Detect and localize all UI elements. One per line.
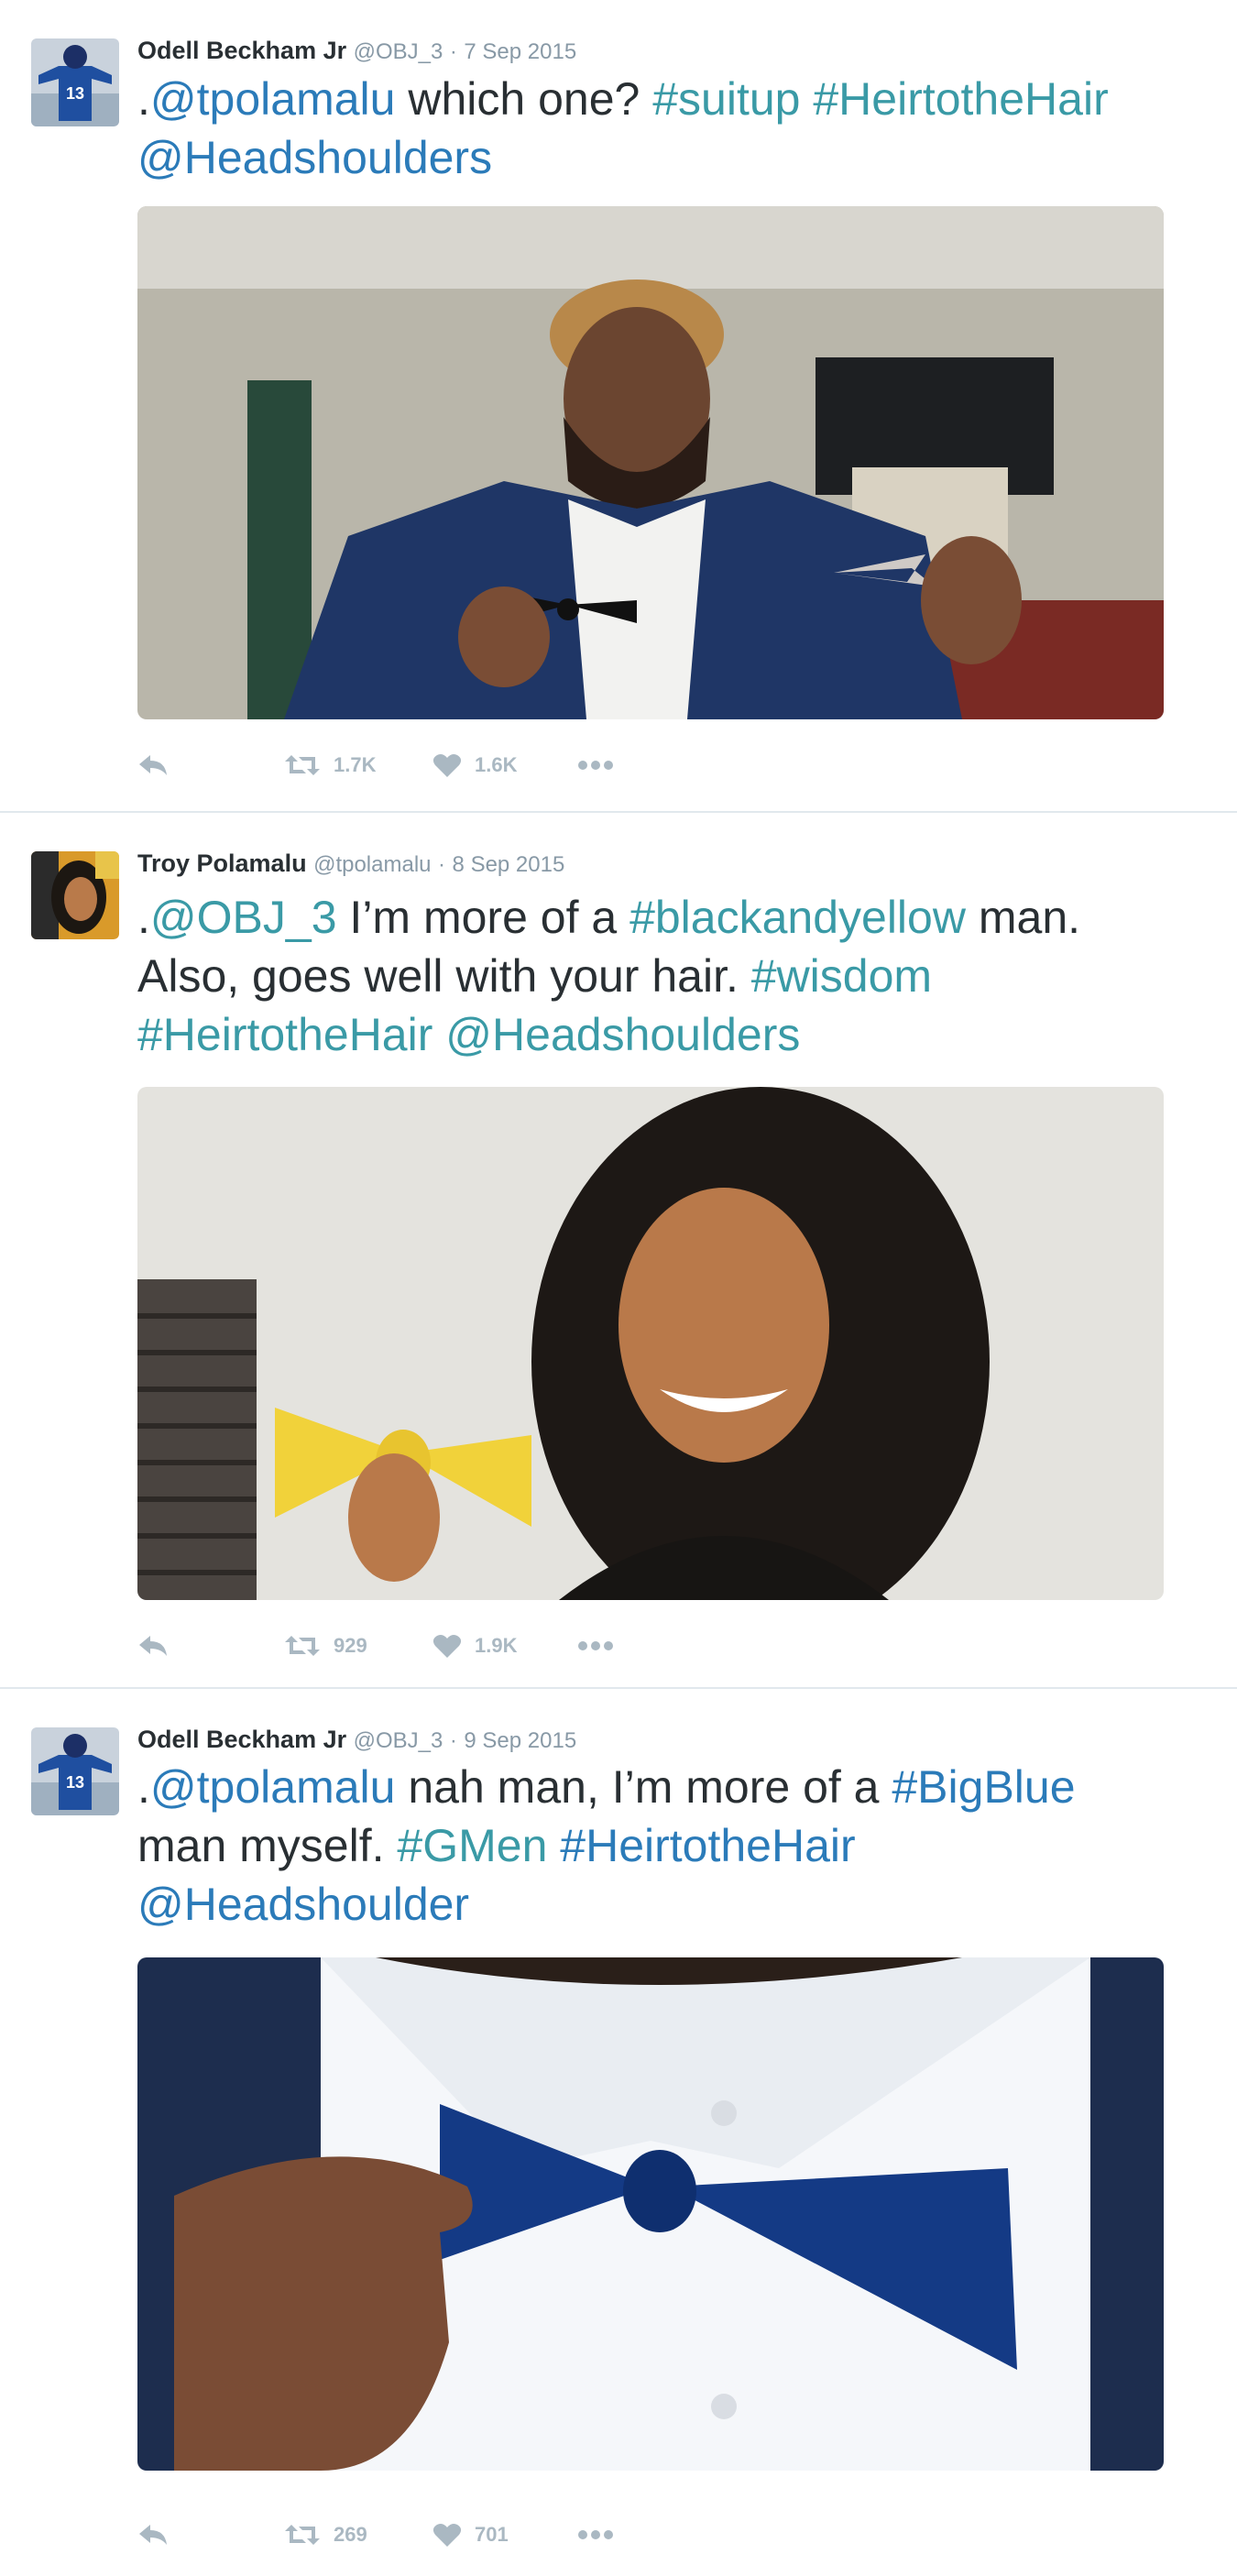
heart-icon	[432, 1635, 462, 1658]
svg-text:13: 13	[66, 84, 84, 103]
hashtag-link[interactable]: #GMen	[397, 1820, 547, 1871]
separator: ·	[449, 39, 457, 64]
tweet-date[interactable]: 8 Sep 2015	[453, 852, 565, 877]
tweet-date[interactable]: 9 Sep 2015	[464, 1728, 576, 1753]
mention-link[interactable]: @tpolamalu	[150, 73, 396, 125]
tweet-header: Odell Beckham Jr @OBJ_3 · 9 Sep 2015	[137, 1726, 576, 1754]
like-button[interactable]: 1.9K	[432, 1628, 517, 1664]
more-dots-icon	[578, 2530, 613, 2539]
photo-blue-bowtie-closeup-icon	[137, 1957, 1164, 2471]
like-count: 701	[475, 2523, 509, 2546]
giants-player-avatar-icon: 13	[31, 38, 119, 126]
tweet-feed: 13 Odell Beckham Jr @OBJ_3 · 7 Sep 2015 …	[0, 0, 1237, 2576]
photo-man-holding-two-bowties-icon	[137, 206, 1164, 719]
tweet[interactable]: 13 Odell Beckham Jr @OBJ_3 · 9 Sep 2015 …	[0, 1687, 1237, 2576]
like-count: 1.9K	[475, 1634, 518, 1657]
retweet-icon	[285, 1636, 320, 1656]
author-name[interactable]: Troy Polamalu	[137, 850, 307, 877]
more-dots-icon	[578, 761, 613, 770]
tweet-header: Troy Polamalu @tpolamalu · 8 Sep 2015	[137, 850, 564, 878]
tweet-date[interactable]: 7 Sep 2015	[464, 39, 576, 64]
avatar[interactable]: 13	[31, 38, 119, 126]
retweet-button[interactable]: 1.7K	[284, 747, 376, 784]
retweet-count: 1.7K	[334, 753, 377, 776]
text-plain: nah man, I’m more of a	[395, 1761, 892, 1813]
text-plain: .	[137, 73, 150, 125]
tweet[interactable]: 13 Odell Beckham Jr @OBJ_3 · 7 Sep 2015 …	[0, 0, 1237, 811]
hashtag-link[interactable]: #wisdom	[751, 950, 932, 1002]
retweet-icon	[285, 2525, 320, 2545]
photo-man-holding-yellow-bowtie-icon	[137, 1087, 1164, 1600]
retweet-icon	[285, 755, 320, 775]
text-plain	[432, 1009, 445, 1060]
reply-icon	[139, 755, 167, 775]
tweet-media[interactable]	[137, 1087, 1164, 1600]
tweet-header: Odell Beckham Jr @OBJ_3 · 7 Sep 2015	[137, 37, 576, 65]
text-plain: .	[137, 1761, 150, 1813]
text-plain: which one?	[395, 73, 653, 125]
reply-button[interactable]	[137, 2516, 169, 2553]
more-button[interactable]	[577, 747, 614, 784]
avatar[interactable]: 13	[31, 1727, 119, 1815]
text-plain	[800, 73, 813, 125]
reply-button[interactable]	[137, 747, 169, 784]
avatar[interactable]	[31, 851, 119, 939]
text-plain: I’m more of a	[336, 892, 630, 943]
retweet-button[interactable]: 929	[284, 1628, 367, 1664]
hashtag-link[interactable]: #blackandyellow	[629, 892, 966, 943]
tweet-text: .@OBJ_3 I’m more of a #blackandyellow ma…	[137, 888, 1173, 1064]
text-plain	[547, 1820, 560, 1871]
hashtag-link[interactable]: #HeirtotheHair	[813, 73, 1108, 125]
hashtag-link[interactable]: #BigBlue	[892, 1761, 1075, 1813]
text-plain: .	[137, 892, 150, 943]
heart-icon	[432, 754, 462, 777]
reply-button[interactable]	[137, 1628, 169, 1664]
hashtag-link[interactable]: #HeirtotheHair	[560, 1820, 855, 1871]
hashtag-link[interactable]: #suitup	[652, 73, 800, 125]
tweet-text: .@tpolamalu nah man, I’m more of a #BigB…	[137, 1758, 1173, 1934]
giants-player-avatar-icon: 13	[31, 1727, 119, 1815]
tweet-media[interactable]	[137, 206, 1164, 719]
tweet[interactable]: Troy Polamalu @tpolamalu · 8 Sep 2015 .@…	[0, 811, 1237, 1687]
mention-link[interactable]: @Headshoulders	[137, 132, 492, 183]
like-count: 1.6K	[475, 753, 518, 776]
svg-text:13: 13	[66, 1773, 84, 1792]
reply-icon	[139, 2525, 167, 2545]
hashtag-link[interactable]: #HeirtotheHair	[137, 1009, 432, 1060]
author-name[interactable]: Odell Beckham Jr	[137, 37, 346, 64]
retweet-button[interactable]: 269	[284, 2516, 367, 2553]
tweet-text: .@tpolamalu which one? #suitup #Heirtoth…	[137, 70, 1173, 187]
retweet-count: 269	[334, 2523, 367, 2546]
more-button[interactable]	[577, 2516, 614, 2553]
mention-link[interactable]: @Headshoulders	[445, 1009, 800, 1060]
author-handle[interactable]: @tpolamalu	[313, 852, 431, 877]
reply-icon	[139, 1636, 167, 1656]
text-plain: man myself.	[137, 1820, 398, 1871]
more-dots-icon	[578, 1641, 613, 1650]
like-button[interactable]: 1.6K	[432, 747, 517, 784]
more-button[interactable]	[577, 1628, 614, 1664]
mention-link[interactable]: @Headshoulder	[137, 1879, 469, 1930]
author-handle[interactable]: @OBJ_3	[354, 1728, 443, 1753]
author-name[interactable]: Odell Beckham Jr	[137, 1726, 346, 1753]
painted-portrait-avatar-icon	[31, 851, 119, 939]
author-handle[interactable]: @OBJ_3	[354, 39, 443, 64]
mention-link[interactable]: @tpolamalu	[150, 1761, 396, 1813]
retweet-count: 929	[334, 1634, 367, 1657]
heart-icon	[432, 2524, 462, 2547]
separator: ·	[438, 852, 446, 877]
separator: ·	[449, 1728, 457, 1753]
mention-link[interactable]: @OBJ_3	[150, 892, 337, 943]
tweet-media[interactable]	[137, 1957, 1164, 2471]
like-button[interactable]: 701	[432, 2516, 509, 2553]
